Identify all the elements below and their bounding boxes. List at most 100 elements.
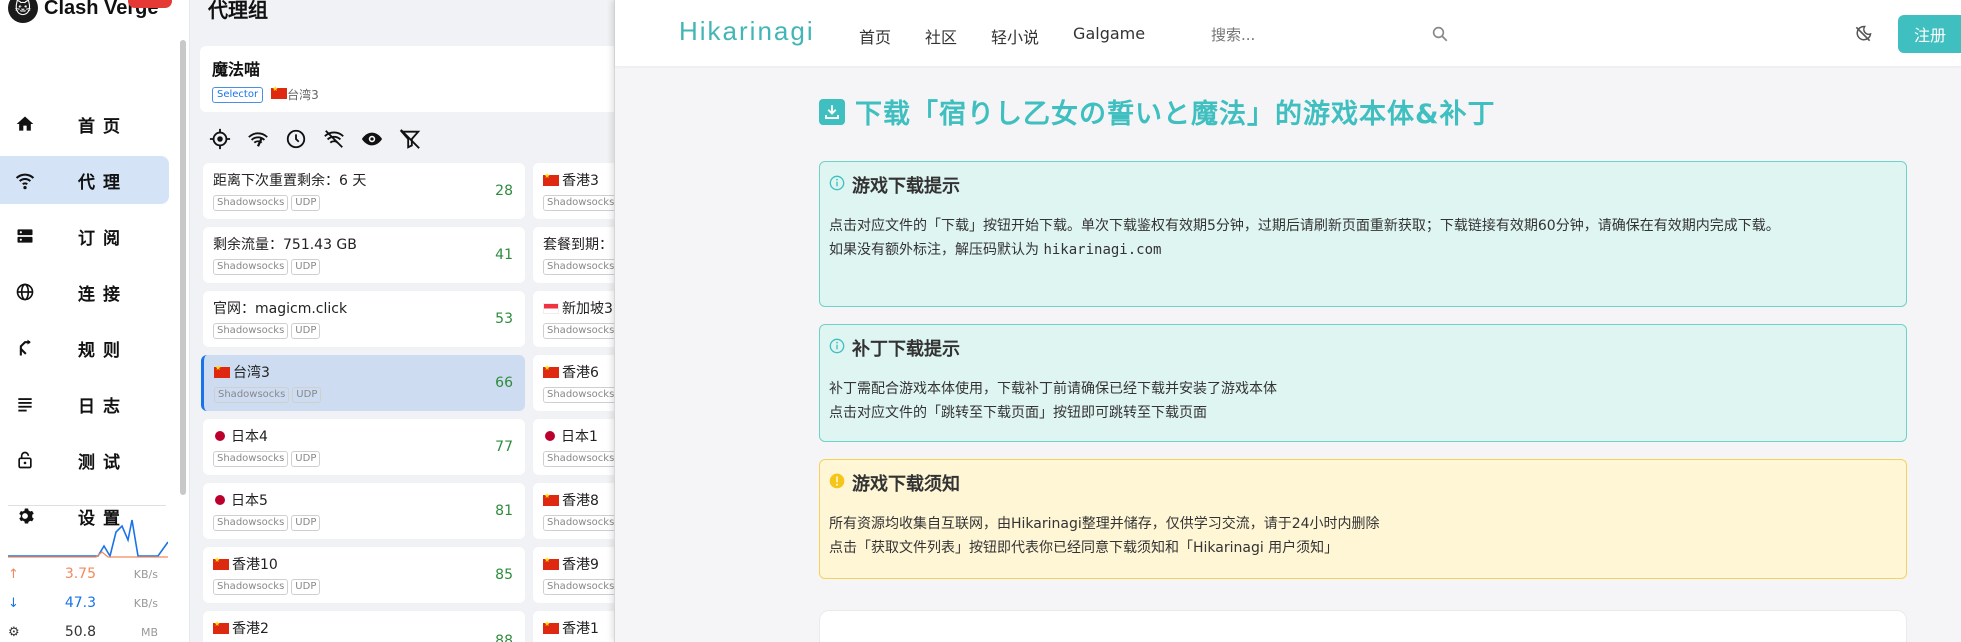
proxy-card[interactable]: 日本5 Shadowsocks UDP 81 <box>203 483 525 539</box>
arrow-up-icon: ↑ <box>8 566 19 582</box>
lock-icon <box>14 449 36 471</box>
eye-icon[interactable] <box>360 127 384 151</box>
flag-icon <box>215 495 225 505</box>
sidebar-item-rules[interactable]: 规则 <box>0 324 169 372</box>
proxy-group-card[interactable]: 魔法喵 Selector 台湾3 <box>200 46 630 112</box>
site-nav: 首页 社区 轻小说 Galgame <box>859 24 1179 48</box>
upload-unit: KB/s <box>133 567 158 581</box>
download-unit: KB/s <box>133 596 158 610</box>
proxy-card[interactable]: 剩余流量：751.43 GB Shadowsocks UDP 41 <box>203 227 525 283</box>
proxy-card-selected[interactable]: 台湾3 ShadowsocksUDP 66 <box>201 355 525 411</box>
proxy-card[interactable]: 日本4 Shadowsocks UDP 77 <box>203 419 525 475</box>
list-icon <box>14 393 36 415</box>
sidebar-item-logs[interactable]: 日志 <box>0 380 169 428</box>
group-meta: Selector 台湾3 <box>212 85 618 103</box>
home-icon <box>14 113 36 135</box>
download-speed: ↓ 47.3 KB/s <box>8 592 168 614</box>
flag-icon <box>543 620 559 634</box>
download-terms-notice: 游戏下载须知 所有资源均收集自互联网，由Hikarinagi整理并储存，仅供学习… <box>819 459 1907 579</box>
sidebar-scrollbar[interactable] <box>180 40 186 495</box>
proxy-latency[interactable]: 28 <box>495 183 513 199</box>
proxy-tag: Shadowsocks <box>213 195 289 211</box>
download-value: 47.3 <box>64 595 96 611</box>
proxy-card[interactable]: 官网：magicm.click Shadowsocks UDP 53 <box>203 291 525 347</box>
proxy-tag: Shadowsocks <box>214 387 290 403</box>
proxy-card[interactable]: 距离下次重置剩余：6 天 Shadowsocks UDP 28 <box>203 163 525 219</box>
flag-icon <box>213 620 229 634</box>
sidebar-item-label: 测试 <box>78 452 128 473</box>
notice-body: 点击对应文件的「下载」按钮开始下载。单次下载鉴权有效期5分钟，过期后请刷新页面重… <box>829 214 1897 262</box>
sidebar-item-label: 连接 <box>78 284 128 305</box>
nav-home[interactable]: 首页 <box>859 24 891 48</box>
sidebar-item-test[interactable]: 测试 <box>0 436 169 484</box>
nav-galgame[interactable]: Galgame <box>1073 24 1145 48</box>
proxy-tag: UDP <box>291 515 321 531</box>
sidebar-item-proxy[interactable]: 代理 <box>0 156 169 204</box>
info-icon <box>829 338 845 358</box>
proxy-tags: Shadowsocks UDP <box>214 387 515 403</box>
sidebar-item-home[interactable]: 首页 <box>0 100 169 148</box>
wifi-off-icon[interactable] <box>322 127 346 151</box>
register-button[interactable]: 注册 <box>1898 15 1961 53</box>
proxy-tags: Shadowsocks UDP <box>213 259 515 275</box>
proxy-tag: UDP <box>292 387 322 403</box>
flag-icon <box>213 556 229 570</box>
globe-icon <box>14 281 36 303</box>
proxy-latency[interactable]: 41 <box>495 247 513 263</box>
notice-body: 补丁需配合游戏本体使用，下载补丁前请确保已经下载并安装了游戏本体 点击对应文件的… <box>829 377 1897 425</box>
flag-icon <box>271 85 288 99</box>
notice-line: 点击「获取文件列表」按钮即代表你已经同意下载须知和「Hikarinagi 用户须… <box>829 540 1339 556</box>
memory-usage: ⚙ 50.8 MB <box>8 621 168 642</box>
search-icon[interactable] <box>1431 25 1449 47</box>
site-logo[interactable]: Hikarinagi <box>679 16 815 47</box>
proxy-name: 距离下次重置剩余：6 天 <box>213 173 367 189</box>
sidebar-item-subscriptions[interactable]: 订阅 <box>0 212 169 260</box>
memory-unit: MB <box>140 625 158 639</box>
notice-head: 游戏下载提示 <box>829 172 1897 198</box>
proxy-tags: Shadowsocks UDP <box>213 323 515 339</box>
nav-community[interactable]: 社区 <box>925 24 957 48</box>
proxy-tag: Shadowsocks <box>213 579 289 595</box>
proxy-tag: Shadowsocks <box>213 451 289 467</box>
proxy-tag: Shadowsocks <box>213 259 289 275</box>
proxy-card[interactable]: 香港2 88 <box>203 611 525 642</box>
proxy-card[interactable]: 香港10 ShadowsocksUDP 85 <box>203 547 525 603</box>
flag-icon <box>215 431 225 441</box>
flag-icon <box>543 302 559 314</box>
proxy-tag: Shadowsocks <box>543 195 619 211</box>
sidebar-item-connections[interactable]: 连接 <box>0 268 169 316</box>
proxy-tags: Shadowsocks UDP <box>213 451 515 467</box>
clock-icon[interactable] <box>284 127 308 151</box>
nav-light-novel[interactable]: 轻小说 <box>991 24 1039 48</box>
notice-title: 补丁下载提示 <box>852 339 960 360</box>
proxy-latency[interactable]: 77 <box>495 439 513 455</box>
theme-toggle-icon[interactable] <box>1853 24 1873 48</box>
locate-icon[interactable] <box>208 127 232 151</box>
filter-off-icon[interactable] <box>398 127 422 151</box>
flag-icon <box>543 172 559 186</box>
search-input[interactable] <box>1211 26 1411 44</box>
proxy-latency[interactable]: 88 <box>495 633 513 642</box>
proxy-latency[interactable]: 66 <box>495 375 513 391</box>
proxy-latency[interactable]: 85 <box>495 567 513 583</box>
notice-line: 点击对应文件的「下载」按钮开始下载。单次下载鉴权有效期5分钟，过期后请刷新页面重… <box>829 218 1780 234</box>
divider <box>8 505 166 506</box>
memory-value: 50.8 <box>64 624 96 640</box>
proxy-tag: Shadowsocks <box>543 451 619 467</box>
proxy-latency[interactable]: 53 <box>495 311 513 327</box>
file-list-card <box>819 610 1907 642</box>
server-icon <box>14 225 36 247</box>
proxy-name: 剩余流量：751.43 GB <box>213 237 357 253</box>
notice-head: 补丁下载提示 <box>829 335 1897 361</box>
proxy-name: 香港2 <box>213 618 515 638</box>
sidebar-item-label: 订阅 <box>78 228 128 249</box>
group-selected: 台湾3 <box>271 85 319 103</box>
network-check-icon[interactable] <box>246 127 270 151</box>
proxy-latency[interactable]: 81 <box>495 503 513 519</box>
proxy-name: 台湾3 <box>214 362 515 382</box>
notice-line: 补丁需配合游戏本体使用，下载补丁前请确保已经下载并安装了游戏本体 <box>829 381 1277 397</box>
sidebar-item-label: 日志 <box>78 396 128 417</box>
proxy-toolbar <box>208 126 422 152</box>
update-badge[interactable] <box>128 0 172 8</box>
notice-title: 游戏下载须知 <box>852 474 960 495</box>
